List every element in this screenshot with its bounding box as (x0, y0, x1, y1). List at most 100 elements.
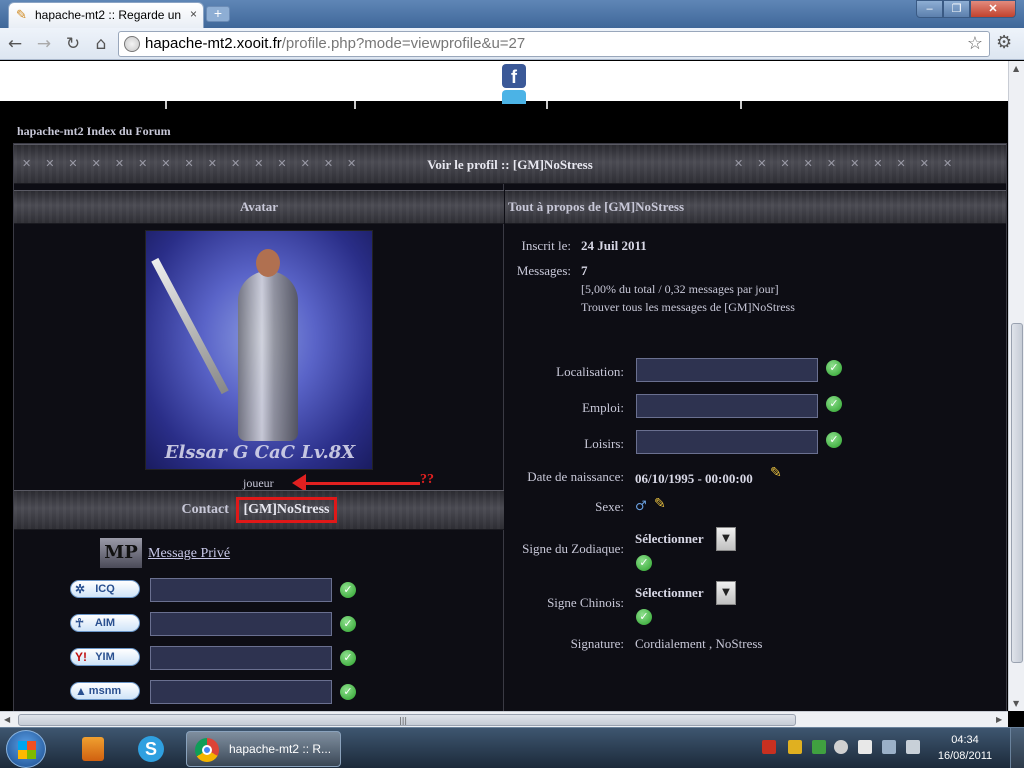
tray-app-icon[interactable] (834, 740, 848, 754)
facebook-icon[interactable]: f (502, 64, 526, 88)
globe-icon (124, 36, 140, 52)
private-message-link[interactable]: Message Privé (148, 546, 230, 562)
yim-field[interactable] (150, 646, 332, 670)
birthdate-label: Date de naissance: (527, 469, 624, 484)
star-icon[interactable]: ☆ (967, 33, 983, 54)
signature-value: Cordialement , NoStress (635, 636, 763, 651)
reload-icon[interactable]: ↻ (62, 33, 84, 55)
messages-value: 7 (581, 263, 588, 278)
msnm-field[interactable] (150, 680, 332, 704)
browser-tab[interactable]: ✎ hapache-mt2 :: Regarde un × (8, 2, 204, 28)
annotation-question: ?? (420, 472, 434, 487)
scroll-up-icon[interactable]: ▲ (1013, 64, 1019, 73)
icq-label: ICQ (95, 583, 115, 595)
scroll-down-icon[interactable]: ▼ (1013, 699, 1019, 708)
icq-symbol: ✲ (75, 582, 86, 596)
nav-divider (354, 101, 356, 109)
check-icon: ✓ (340, 582, 356, 598)
media-player-icon (82, 737, 104, 761)
maximize-button[interactable]: ❐ (943, 0, 970, 18)
joined-label: Inscrit le: (521, 238, 571, 253)
skype-pin[interactable]: S (128, 732, 174, 766)
url-text[interactable]: hapache-mt2.xooit.fr/profile.php?mode=vi… (145, 35, 525, 52)
media-player-pin[interactable] (70, 732, 116, 766)
tray-app-icon[interactable] (762, 740, 776, 754)
icq-icon: ✲ ICQ (70, 580, 140, 598)
network-icon[interactable] (882, 740, 896, 754)
forward-icon[interactable]: → (33, 33, 55, 55)
chrome-icon-center (202, 745, 212, 755)
right-column: Tout à propos de [GM]NoStress Inscrit le… (505, 184, 1006, 711)
edit-icon[interactable]: ✎ (654, 496, 666, 512)
check-icon: ✓ (826, 360, 842, 376)
twitter-icon[interactable] (502, 90, 526, 104)
aim-icon: ☥ AIM (70, 614, 140, 632)
zodiac-select[interactable]: Sélectionner (635, 531, 704, 547)
chinese-sign-select[interactable]: Sélectionner (635, 585, 704, 601)
private-message-icon[interactable]: MP (100, 538, 142, 568)
msnm-icon: ▲ msnm (70, 682, 140, 700)
scroll-grip-icon: ||| (399, 716, 408, 725)
new-tab-button[interactable]: + (206, 6, 230, 22)
chrome-task-button[interactable]: hapache-mt2 :: R... (186, 731, 341, 767)
check-icon: ✓ (340, 684, 356, 700)
check-icon: ✓ (826, 432, 842, 448)
chevron-down-icon[interactable]: ▼ (716, 527, 736, 551)
messages-stats: [5,00% du total / 0,32 messages par jour… (581, 282, 779, 296)
social-strip: f (0, 61, 1008, 104)
minimize-button[interactable]: – (916, 0, 943, 18)
nav-divider (546, 101, 548, 109)
volume-icon[interactable] (906, 740, 920, 754)
job-field[interactable] (636, 394, 818, 418)
breadcrumb[interactable]: hapache-mt2 Index du Forum (17, 124, 171, 139)
system-tray (760, 738, 930, 758)
check-icon: ✓ (340, 650, 356, 666)
back-icon[interactable]: ← (4, 33, 26, 55)
vertical-scroll-thumb[interactable] (1011, 323, 1023, 663)
avatar-head (256, 249, 280, 277)
profile-header: ✕✕✕✕✕✕✕✕✕✕✕✕✕✕✕ ✕✕✕✕✕✕✕✕✕✕ Voir le profi… (14, 144, 1006, 184)
contact-username-highlight: [GM]NoStress (236, 497, 337, 523)
scroll-right-icon[interactable]: ▶ (996, 715, 1002, 724)
chevron-down-icon[interactable]: ▼ (716, 581, 736, 605)
birthdate-value: 06/10/1995 - 00:00:00 (635, 471, 753, 486)
action-center-flag-icon[interactable] (858, 740, 872, 754)
task-label: hapache-mt2 :: R... (229, 742, 332, 756)
close-window-button[interactable]: ✕ (970, 0, 1016, 18)
avatar: Elssar G CaC Lv.8X (145, 230, 373, 470)
horizontal-scrollbar[interactable]: ◀ ||| ▶ (0, 711, 1008, 727)
scroll-left-icon[interactable]: ◀ (4, 715, 10, 724)
windows-taskbar: S hapache-mt2 :: R... 04:34 16/08/2011 (0, 727, 1024, 768)
hobbies-field[interactable] (636, 430, 818, 454)
hobbies-label: Loisirs: (584, 436, 624, 451)
vertical-scrollbar[interactable]: ▲ ▼ (1008, 61, 1024, 711)
start-button[interactable] (6, 730, 46, 768)
address-bar[interactable]: hapache-mt2.xooit.fr/profile.php?mode=vi… (118, 31, 990, 57)
male-icon: ♂ (635, 499, 647, 514)
wrench-icon[interactable]: ⚙ (996, 32, 1012, 53)
avatar-figure (238, 271, 298, 441)
avatar-sword (151, 257, 229, 395)
aim-symbol: ☥ (75, 616, 84, 630)
show-desktop-button[interactable] (1010, 728, 1024, 768)
url-host: hapache-mt2.xooit.fr (145, 35, 282, 52)
aim-field[interactable] (150, 612, 332, 636)
clock-date: 16/08/2011 (937, 750, 993, 762)
tray-app-icon[interactable] (788, 740, 802, 754)
location-field[interactable] (636, 358, 818, 382)
nav-divider (740, 101, 742, 109)
yim-icon: Y! YIM (70, 648, 140, 666)
tray-app-icon[interactable] (812, 740, 826, 754)
icq-field[interactable] (150, 578, 332, 602)
find-posts-link[interactable]: Trouver tous les messages de [GM]NoStres… (581, 300, 795, 315)
location-label: Localisation: (556, 364, 624, 379)
edit-icon[interactable]: ✎ (770, 465, 782, 481)
joined-value: 24 Juil 2011 (581, 238, 647, 253)
tab-close-icon[interactable]: × (190, 7, 197, 21)
page-title: Voir le profil :: [GM]NoStress (427, 157, 593, 172)
url-path: /profile.php?mode=viewprofile&u=27 (281, 35, 526, 52)
home-icon[interactable]: ⌂ (90, 33, 112, 55)
clock[interactable]: 04:34 16/08/2011 (930, 732, 1000, 764)
user-rank: joueur (243, 476, 274, 490)
horizontal-scroll-thumb[interactable]: ||| (18, 714, 796, 726)
